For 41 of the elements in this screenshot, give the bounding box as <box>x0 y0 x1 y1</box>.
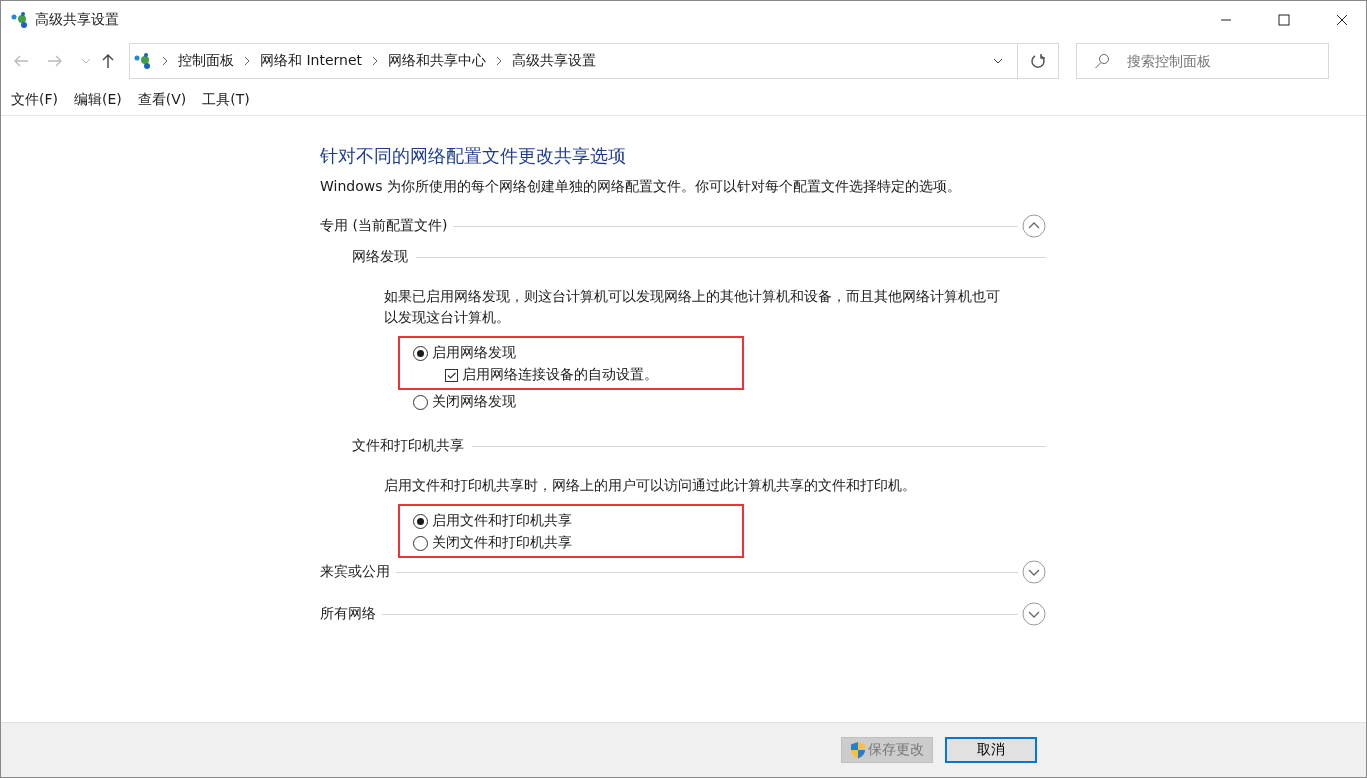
network-icon <box>11 12 29 28</box>
option-label[interactable]: 关闭文件和打印机共享 <box>432 534 572 552</box>
intro-text: Windows 为你所使用的每个网络创建单独的网络配置文件。你可以针对每个配置文件选择特定的选项。 <box>320 178 962 196</box>
breadcrumb-item[interactable]: 高级共享设置 <box>512 52 597 70</box>
shield-icon <box>850 741 866 759</box>
search-field[interactable]: 搜索控制面板 <box>1076 43 1329 79</box>
section-description: 启用文件和打印机共享时，网络上的用户可以访问通过此计算机共享的文件和打印机。 <box>383 476 917 495</box>
option-label[interactable]: 关闭网络发现 <box>432 393 516 411</box>
chevron-right-icon <box>496 56 503 66</box>
address-bar[interactable]: 控制面板 网络和 Internet 网络和共享中心 高级共享设置 <box>129 43 1059 79</box>
search-icon <box>1094 53 1110 69</box>
window-title: 高级共享设置 <box>35 11 119 29</box>
maximize-icon[interactable] <box>1278 14 1290 26</box>
section-title: 网络发现 <box>352 248 408 266</box>
profile-header[interactable]: 所有网络 <box>320 605 376 623</box>
network-icon <box>134 53 152 69</box>
checkbox[interactable] <box>445 368 458 382</box>
breadcrumb-item[interactable]: 控制面板 <box>178 52 234 70</box>
page-heading: 针对不同的网络配置文件更改共享选项 <box>320 144 627 168</box>
profile-header[interactable]: 专用 (当前配置文件) <box>320 217 448 235</box>
close-icon[interactable] <box>1336 14 1348 26</box>
option-label[interactable]: 启用文件和打印机共享 <box>432 512 572 530</box>
up-arrow-icon[interactable] <box>101 53 115 69</box>
menu-item[interactable]: 查看(V) <box>137 91 187 109</box>
breadcrumb-item[interactable]: 网络和共享中心 <box>388 52 487 70</box>
chevron-right-icon <box>244 56 250 66</box>
menu-item[interactable]: 文件(F) <box>11 91 58 109</box>
breadcrumb-item[interactable]: 网络和 Internet <box>260 52 363 70</box>
option-label[interactable]: 启用网络连接设备的自动设置。 <box>462 366 658 384</box>
section-description: 如果已启用网络发现，则这台计算机可以发现网络上的其他计算机和设备，而且其他网络计算机也可以发现这台计算机。 <box>383 287 1001 327</box>
chevron-right-icon <box>162 56 168 66</box>
option-label[interactable]: 启用网络发现 <box>432 344 516 362</box>
menu-item[interactable]: 编辑(E) <box>74 91 122 109</box>
cancel-button[interactable]: 取消 <box>945 737 1037 763</box>
chevron-right-icon <box>372 56 379 66</box>
chevron-up-icon[interactable] <box>1022 214 1046 238</box>
chevron-down-icon[interactable] <box>993 58 1003 64</box>
profile-header[interactable]: 来宾或公用 <box>320 563 390 581</box>
refresh-icon[interactable] <box>1030 53 1046 69</box>
section-title: 文件和打印机共享 <box>352 437 464 455</box>
menu-item[interactable]: 工具(T) <box>202 91 250 109</box>
